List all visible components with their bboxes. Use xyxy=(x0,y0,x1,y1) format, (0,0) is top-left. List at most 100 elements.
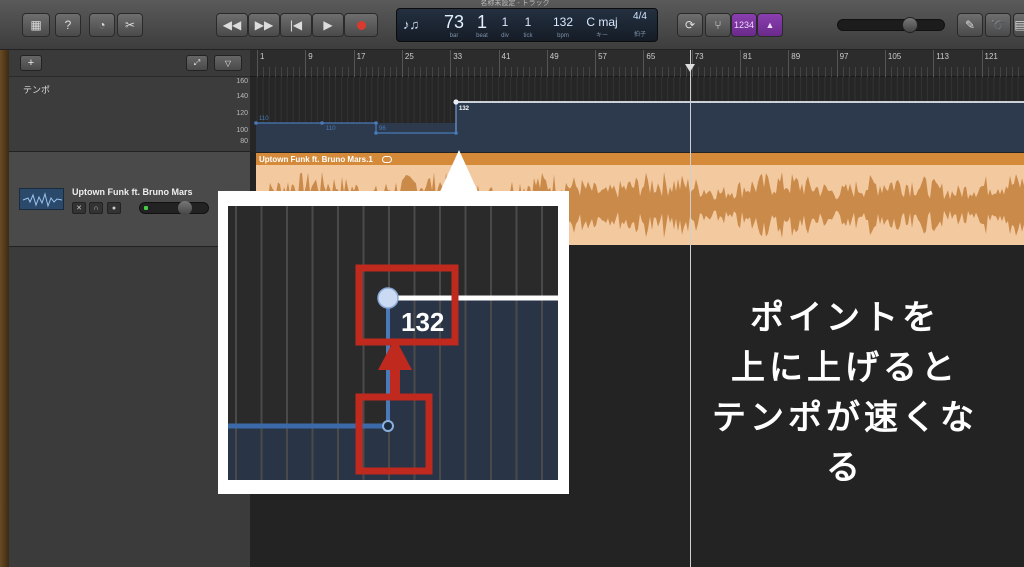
count-in-button[interactable]: 1234 xyxy=(731,13,757,37)
ruler-minor-tick xyxy=(323,67,325,77)
audio-track-header[interactable]: Uptown Funk ft. Bruno Mars ✕ ∩ ● xyxy=(9,152,250,247)
loop-browser-button[interactable]: ➰ xyxy=(985,13,1011,37)
notepad-button[interactable]: ✎ xyxy=(957,13,983,37)
metronome-button[interactable]: ▲ xyxy=(757,13,783,37)
tempo-scale-160: 160 xyxy=(236,78,248,85)
tempo-point[interactable] xyxy=(254,121,258,125)
rewind-icon: ◀◀ xyxy=(222,18,242,32)
ruler-tick xyxy=(836,50,838,77)
ruler-minor-tick xyxy=(613,67,615,77)
ruler-minor-tick xyxy=(540,67,542,77)
tempo-track-header[interactable]: テンポ xyxy=(9,77,250,152)
ruler-minor-tick xyxy=(782,67,784,77)
go-to-beginning-button[interactable]: |◀ xyxy=(280,13,312,37)
scissors-icon: ✂ xyxy=(124,18,136,32)
tempo-point[interactable] xyxy=(320,121,324,125)
ruler-bar-label: 57 xyxy=(598,52,607,61)
tempo-point[interactable] xyxy=(454,131,458,135)
tempo-point[interactable] xyxy=(374,131,378,135)
master-volume-knob[interactable] xyxy=(902,17,918,33)
ruler-minor-tick xyxy=(758,67,760,77)
ruler-minor-tick xyxy=(697,67,699,77)
solo-button[interactable]: ∩ xyxy=(89,202,103,214)
lcd-display[interactable]: ♪♫ 73 bar 1 beat 1 div 1 tick 132 bpm C … xyxy=(396,8,658,42)
editors-button[interactable]: ✂ xyxy=(117,13,143,37)
ruler-minor-tick xyxy=(359,67,361,77)
track-volume-slider[interactable] xyxy=(139,201,209,215)
master-volume-slider[interactable] xyxy=(837,17,945,33)
level-meter xyxy=(144,206,148,210)
tempo-lane[interactable]: 110 110 96 132 xyxy=(250,77,1024,152)
smart-controls-button[interactable]: ◔ xyxy=(89,13,115,37)
record-icon xyxy=(356,20,366,30)
timeline-ruler[interactable]: 1 9 17 25 33 41 49 57 65 73 81 89 97 105 113 121 xyxy=(250,50,1024,77)
ruler-minor-tick xyxy=(383,67,385,77)
ruler-minor-tick xyxy=(1017,67,1019,77)
ruler-minor-tick xyxy=(993,67,995,77)
tempo-point-label: 110 xyxy=(259,116,269,122)
lcd-tempo[interactable]: 132 xyxy=(547,12,579,32)
media-browser-button[interactable]: ▤ xyxy=(1013,13,1024,37)
ruler-minor-tick xyxy=(939,67,941,77)
cycle-icon: ⟳ xyxy=(684,18,696,32)
tempo-point-label: 96 xyxy=(379,126,386,132)
lcd-key[interactable]: C maj xyxy=(583,12,621,32)
track-name[interactable]: Uptown Funk ft. Bruno Mars xyxy=(72,187,193,197)
ruler-minor-tick xyxy=(637,67,639,77)
playhead[interactable] xyxy=(690,50,691,567)
smart-controls-icon: ◔ xyxy=(98,18,106,32)
ruler-minor-tick xyxy=(341,67,343,77)
ruler-tick xyxy=(498,50,500,77)
cycle-button[interactable]: ⟳ xyxy=(677,13,703,37)
ruler-minor-tick xyxy=(607,67,609,77)
ruler-minor-tick xyxy=(818,67,820,77)
play-button[interactable]: ▶ xyxy=(312,13,344,37)
ruler-minor-tick xyxy=(275,67,277,77)
ruler-minor-tick xyxy=(776,67,778,77)
lcd-time-signature[interactable]: 4/4 xyxy=(627,12,653,22)
record-dot-icon: ● xyxy=(111,204,117,212)
ruler-minor-tick xyxy=(975,67,977,77)
tempo-scale-100: 100 xyxy=(236,127,248,134)
tempo-point[interactable] xyxy=(374,121,378,125)
help-button[interactable]: ? xyxy=(55,13,81,37)
ruler-minor-tick xyxy=(794,67,796,77)
filter-button[interactable]: ▽ xyxy=(214,55,242,71)
ruler-minor-tick xyxy=(752,67,754,77)
ruler-minor-tick xyxy=(872,67,874,77)
tuning-fork-icon: ⑂ xyxy=(714,18,722,32)
catch-playhead-button[interactable]: ⤢ xyxy=(186,55,208,71)
add-track-button[interactable]: + xyxy=(20,55,42,71)
tempo-point-selected[interactable] xyxy=(453,99,459,105)
ruler-minor-tick xyxy=(746,67,748,77)
ruler-bar-label: 1 xyxy=(260,52,265,61)
record-enable-button[interactable]: ● xyxy=(107,202,121,214)
fast-forward-button[interactable]: ▶▶ xyxy=(248,13,280,37)
tuner-button[interactable]: ⑂ xyxy=(705,13,731,37)
ruler-minor-tick xyxy=(528,67,530,77)
ruler-minor-tick xyxy=(842,67,844,77)
mute-button[interactable]: ✕ xyxy=(72,202,86,214)
rewind-button[interactable]: ◀◀ xyxy=(216,13,248,37)
library-button[interactable]: ▦ xyxy=(22,13,50,37)
playhead-handle[interactable] xyxy=(685,64,695,72)
track-volume-knob[interactable] xyxy=(178,201,192,215)
record-button[interactable] xyxy=(344,13,378,37)
ruler-minor-tick xyxy=(945,67,947,77)
ruler-minor-tick xyxy=(576,67,578,77)
ruler-minor-tick xyxy=(492,67,494,77)
ruler-tick xyxy=(401,50,403,77)
ruler-minor-tick xyxy=(522,67,524,77)
ruler-bar-label: 65 xyxy=(646,52,656,61)
ruler-bar-label: 97 xyxy=(839,52,849,61)
ruler-minor-tick xyxy=(432,67,434,77)
region-name: Uptown Funk ft. Bruno Mars.1 xyxy=(259,155,373,164)
ruler-minor-tick xyxy=(896,67,898,77)
metronome-icon: ▲ xyxy=(765,20,775,30)
tempo-track-label: テンポ xyxy=(23,85,51,95)
ruler-minor-tick xyxy=(413,67,415,77)
ruler-minor-tick xyxy=(812,67,814,77)
window-title: 名称未設定 - トラック xyxy=(480,0,550,7)
ruler-minor-tick xyxy=(721,67,723,77)
loop-icon: ➰ xyxy=(990,18,1006,32)
